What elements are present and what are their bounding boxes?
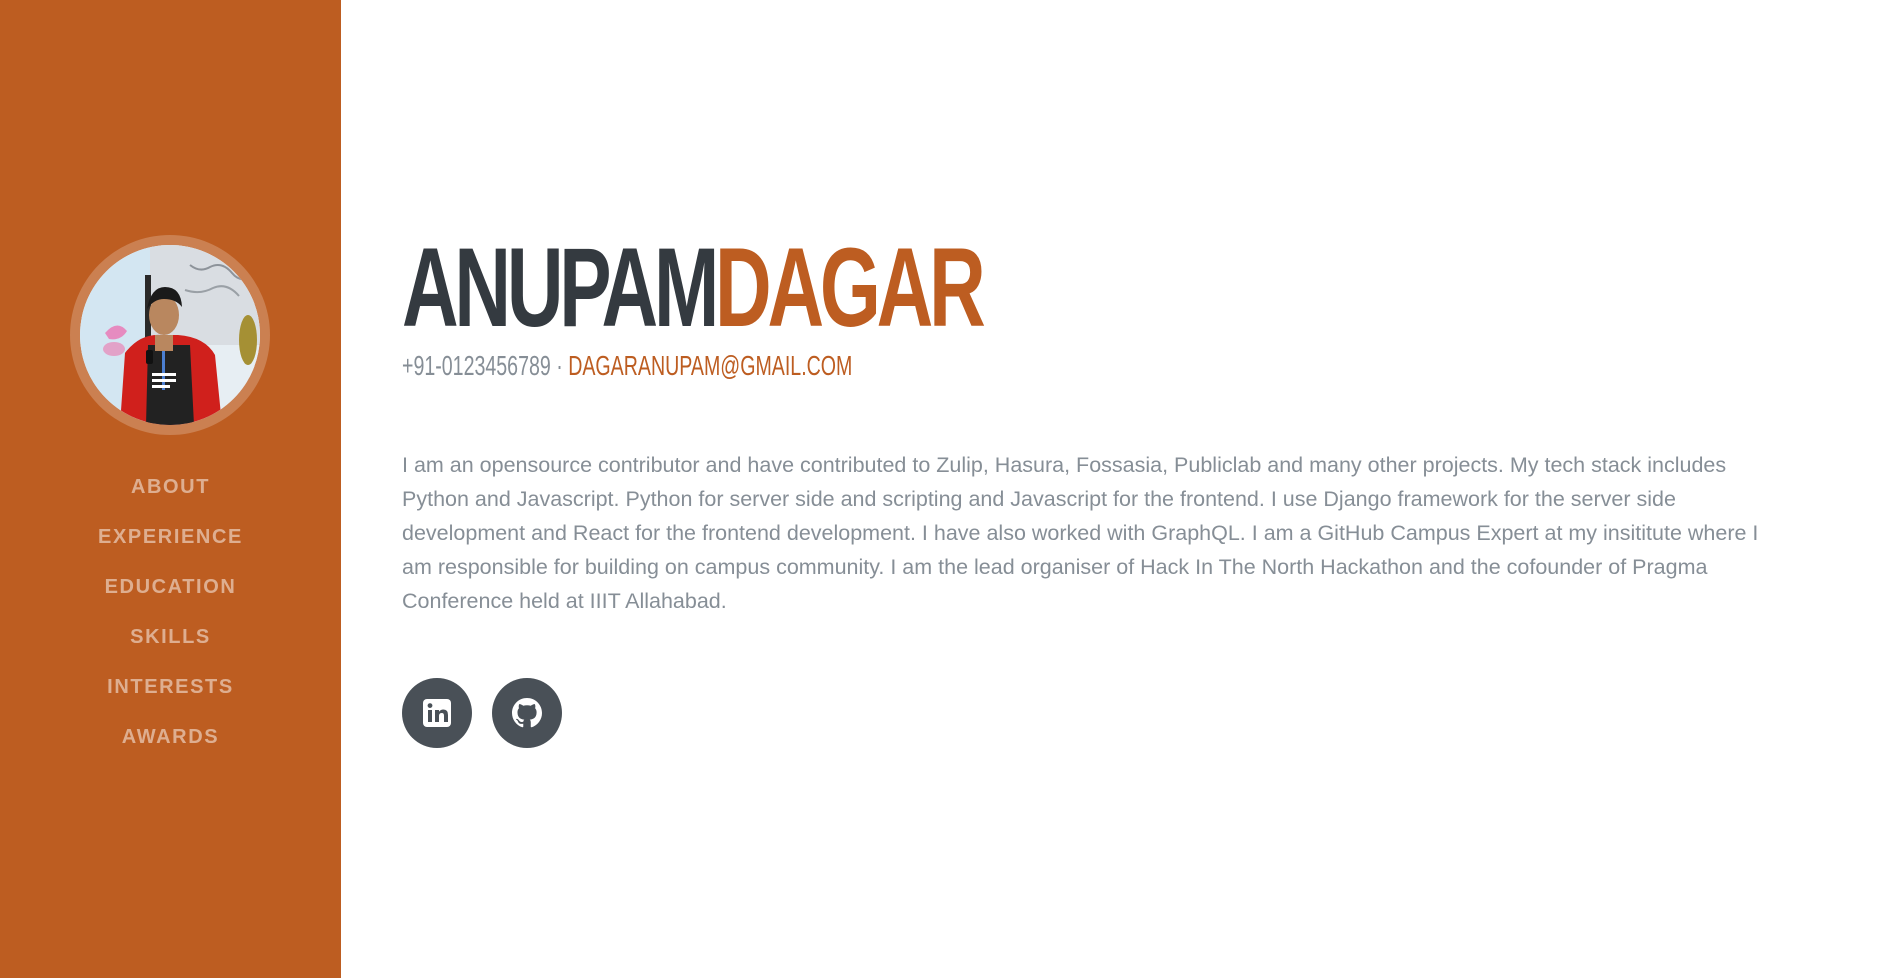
nav-link-experience[interactable]: EXPERIENCE — [98, 526, 243, 549]
page-title: ANUPAMDAGAR — [402, 232, 986, 344]
about-section: ANUPAMDAGAR +91-0123456789 · dagaranupam… — [402, 0, 1802, 978]
sidebar: ABOUT EXPERIENCE EDUCATION SKILLS INTERE… — [0, 0, 341, 978]
sidebar-nav: ABOUT EXPERIENCE EDUCATION SKILLS INTERE… — [0, 462, 341, 762]
github-button[interactable] — [492, 678, 562, 748]
linkedin-button[interactable] — [402, 678, 472, 748]
nav-item-skills: SKILLS — [0, 612, 341, 662]
nav-link-interests[interactable]: INTERESTS — [107, 676, 234, 699]
nav-item-interests: INTERESTS — [0, 662, 341, 712]
profile-photo — [80, 245, 260, 425]
last-name: DAGAR — [715, 225, 986, 350]
linkedin-icon — [423, 699, 451, 727]
nav-link-education[interactable]: EDUCATION — [105, 576, 237, 599]
phone-number: +91-0123456789 · — [402, 350, 563, 381]
email-link[interactable]: dagaranupam@gmail.com — [568, 350, 852, 381]
nav-item-awards: AWARDS — [0, 712, 341, 762]
nav-link-about[interactable]: ABOUT — [131, 476, 210, 499]
nav-item-education: EDUCATION — [0, 562, 341, 612]
profile-photo-frame — [70, 235, 270, 435]
nav-item-about: ABOUT — [0, 462, 341, 512]
about-text: I am an opensource contributor and have … — [402, 453, 1759, 613]
nav-link-awards[interactable]: AWARDS — [122, 726, 219, 749]
nav-item-experience: EXPERIENCE — [0, 512, 341, 562]
social-icons — [402, 678, 562, 748]
first-name: ANUPAM — [402, 225, 719, 350]
github-icon — [512, 698, 542, 728]
contact-line: +91-0123456789 · dagaranupam@gmail.com — [402, 348, 852, 384]
nav-link-skills[interactable]: SKILLS — [130, 626, 211, 649]
